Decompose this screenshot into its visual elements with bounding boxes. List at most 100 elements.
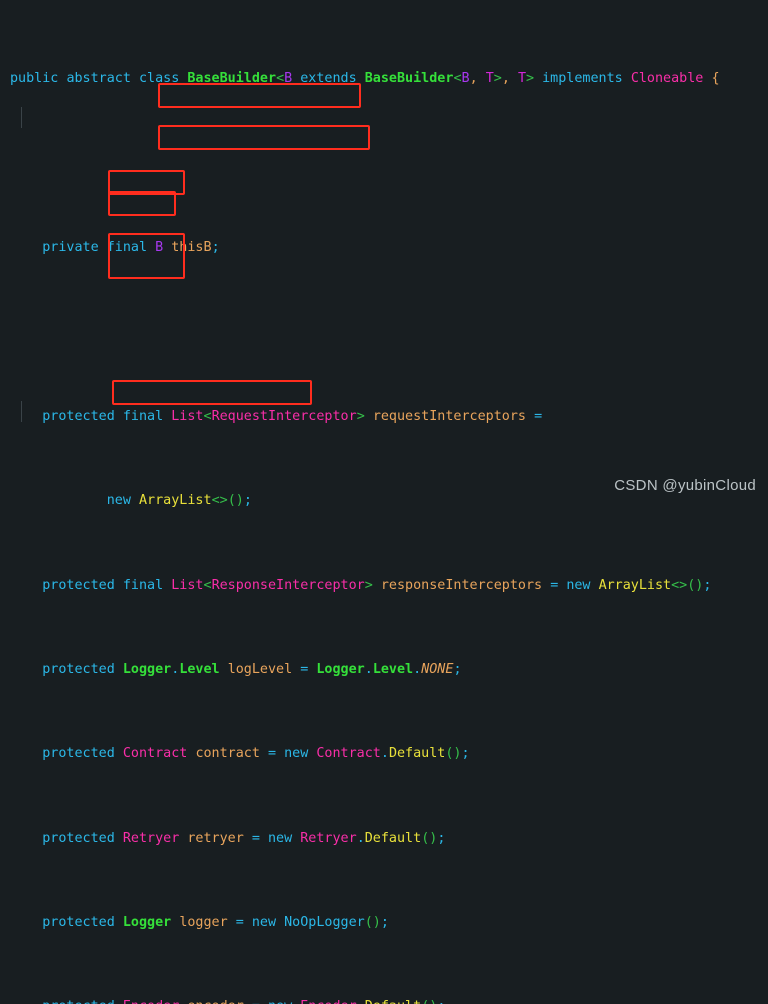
field-thisb: thisB: [171, 240, 212, 256]
brace-open: {: [711, 71, 720, 87]
parens: (): [687, 577, 704, 593]
semicolon: ;: [380, 915, 389, 931]
semicolon: ;: [461, 746, 470, 762]
keyword-new: new: [251, 915, 277, 931]
type-retryer: Retryer: [122, 830, 180, 846]
angle-open-2: <: [453, 71, 462, 87]
parens: (): [421, 999, 437, 1004]
code-line[interactable]: private final B thisB;: [0, 237, 768, 258]
keyword-new: new: [268, 830, 293, 846]
comma-1: ,: [469, 71, 486, 87]
type-encoder: Encoder: [123, 999, 179, 1004]
keyword-new: new: [566, 577, 591, 593]
keyword-protected: protected: [42, 661, 115, 677]
equals: =: [300, 661, 309, 677]
code-line[interactable]: protected Logger logger = new NoOpLogger…: [0, 912, 768, 933]
keyword-final: final: [106, 240, 148, 256]
keyword-final: final: [122, 408, 164, 424]
keyword-private: private: [42, 240, 99, 256]
code-line[interactable]: public abstract class BaseBuilder<B exte…: [0, 68, 768, 89]
code-editor[interactable]: public abstract class BaseBuilder<B exte…: [0, 0, 768, 1004]
dot: .: [380, 746, 389, 762]
dot: .: [357, 999, 365, 1004]
keyword-protected: protected: [42, 577, 115, 593]
interface-cloneable: Cloneable: [630, 71, 704, 87]
parens: (): [364, 915, 381, 931]
class-logger: Logger: [122, 915, 172, 931]
type-var-b-2: B: [461, 71, 470, 87]
equals: =: [268, 746, 277, 762]
class-name-basebuilder-2: BaseBuilder: [364, 71, 454, 87]
constant-none: NONE: [421, 661, 454, 677]
semicolon: ;: [211, 240, 220, 256]
keyword-new: new: [268, 999, 292, 1004]
type-var-t-2: T: [517, 71, 526, 87]
type-arraylist: ArrayList: [598, 577, 672, 593]
type-responseinterceptor: ResponseInterceptor: [211, 577, 365, 593]
dot-2: .: [364, 661, 373, 677]
semicolon: ;: [703, 577, 712, 593]
code-content[interactable]: public abstract class BaseBuilder<B exte…: [0, 5, 768, 1004]
semicolon: ;: [437, 999, 445, 1004]
equals: =: [235, 915, 244, 931]
type-arraylist: ArrayList: [139, 493, 212, 509]
keyword-public: public: [10, 71, 59, 87]
keyword-new: new: [284, 746, 309, 762]
equals: =: [550, 577, 559, 593]
field-encoder: encoder: [187, 999, 243, 1004]
type-contract: Contract: [122, 746, 188, 762]
equals: =: [534, 408, 543, 424]
diamond: <>: [671, 577, 688, 593]
keyword-implements: implements: [542, 71, 623, 87]
angle-close: >: [364, 577, 373, 593]
code-line[interactable]: protected Logger.Level logLevel = Logger…: [0, 659, 768, 680]
keyword-abstract: abstract: [66, 71, 131, 87]
code-line[interactable]: protected Retryer retryer = new Retryer.…: [0, 828, 768, 849]
type-contract-2: Contract: [316, 746, 381, 762]
keyword-protected: protected: [42, 746, 115, 762]
class-logger-2: Logger: [316, 661, 365, 677]
field-loglevel: logLevel: [227, 661, 293, 677]
class-default: Default: [364, 830, 422, 846]
keyword-protected: protected: [42, 999, 115, 1004]
code-line[interactable]: protected final List<ResponseInterceptor…: [0, 575, 768, 596]
type-var-b: B: [155, 240, 164, 256]
class-noop-logger: NoOpLogger: [284, 915, 365, 931]
code-line[interactable]: protected final List<RequestInterceptor>…: [0, 406, 768, 427]
semicolon: ;: [453, 661, 462, 677]
keyword-protected: protected: [42, 408, 115, 424]
dot: .: [171, 661, 180, 677]
angle-close: >: [356, 408, 365, 424]
keyword-protected: protected: [42, 915, 115, 931]
type-var-t: T: [485, 71, 494, 87]
field-contract: contract: [195, 746, 260, 762]
equals: =: [251, 830, 260, 846]
keyword-final: final: [122, 577, 164, 593]
semicolon: ;: [243, 493, 252, 509]
dot-3: .: [413, 661, 422, 677]
angle-open: <: [203, 408, 212, 424]
diamond: <>: [211, 493, 228, 509]
code-line[interactable]: protected Contract contract = new Contra…: [0, 743, 768, 764]
class-default: Default: [388, 746, 446, 762]
angle-open: <: [203, 577, 212, 593]
class-level-2: Level: [372, 661, 414, 677]
class-name-basebuilder: BaseBuilder: [187, 71, 277, 87]
type-encoder-2: Encoder: [300, 999, 356, 1004]
type-var-b: B: [284, 71, 293, 87]
comma-2: ,: [501, 71, 518, 87]
code-line[interactable]: protected Encoder encoder = new Encoder.…: [0, 996, 768, 1004]
keyword-protected: protected: [42, 830, 115, 846]
equals: =: [252, 999, 260, 1004]
class-default: Default: [365, 999, 421, 1004]
field-responseinterceptors: responseInterceptors: [380, 577, 543, 593]
parens: (): [227, 493, 244, 509]
type-requestinterceptor: RequestInterceptor: [211, 408, 357, 424]
field-logger: logger: [179, 915, 228, 931]
field-retryer: retryer: [187, 830, 244, 846]
keyword-extends: extends: [300, 71, 357, 87]
angle-close-2: >: [526, 71, 535, 87]
keyword-new: new: [106, 493, 131, 509]
